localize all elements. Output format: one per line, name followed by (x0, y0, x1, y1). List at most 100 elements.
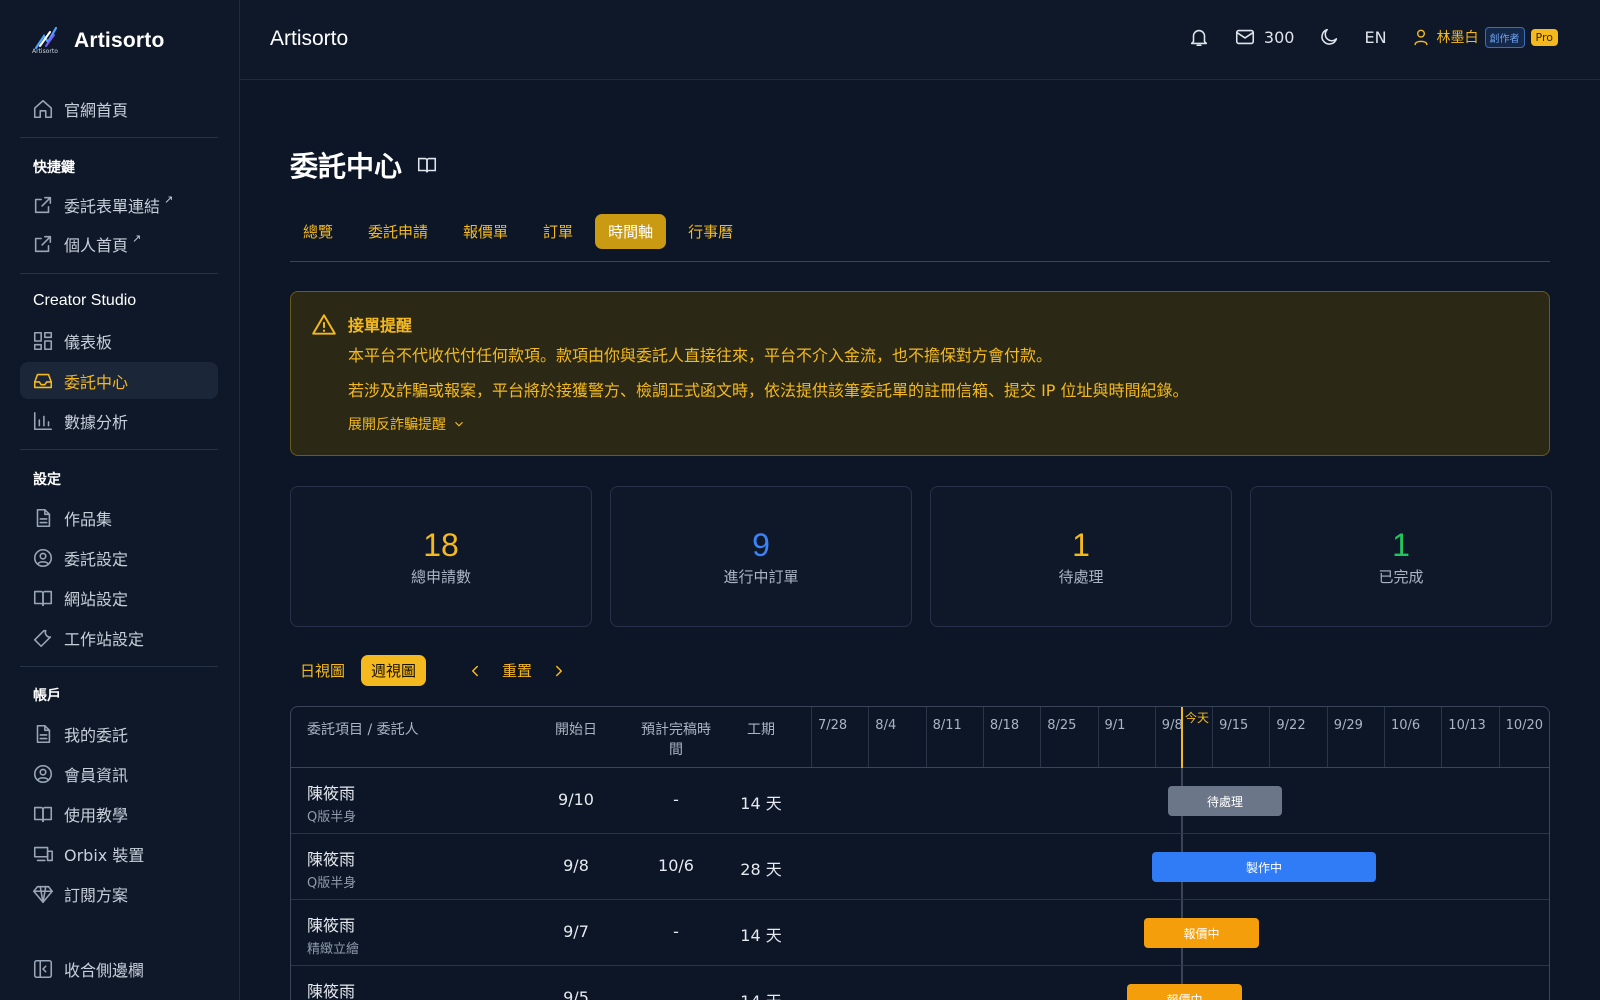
user-circle-icon (33, 764, 53, 783)
sidebar-item-dashboard[interactable]: 儀表板 (20, 322, 218, 359)
client-name: 陳筱雨 (307, 982, 356, 1000)
user-menu[interactable]: 林墨白 創作者 Pro (1411, 26, 1558, 48)
user-circle-icon (33, 548, 53, 567)
week-column-label: 8/4 (868, 707, 925, 767)
sidebar-item-site-settings[interactable]: 網站設定 (20, 579, 218, 616)
sidebar-item-label: 作品集 (64, 509, 113, 529)
logo[interactable]: Artisorto Artisorto (32, 26, 164, 56)
week-column-label: 9/22 (1269, 707, 1326, 767)
sidebar-item-member-info[interactable]: 會員資訊 (20, 755, 218, 792)
tab-quotes[interactable]: 報價單 (450, 214, 521, 249)
moon-icon[interactable] (1318, 26, 1340, 48)
stat-value: 1 (1072, 527, 1090, 563)
wrench-icon (33, 629, 52, 647)
external-mark: ↗ (132, 232, 142, 245)
sidebar: Artisorto Artisorto 官網首頁 快捷鍵 委託表單連結 ↗ 個人… (0, 0, 240, 1000)
logo-text: Artisorto (74, 29, 165, 52)
client-name: 陳筱雨 (307, 784, 356, 803)
sidebar-item-orbix-device[interactable]: Orbix 裝置 (20, 835, 218, 872)
start-date: 9/10 (558, 790, 594, 809)
stat-card-completed: 1 已完成 (1250, 486, 1552, 627)
dashboard-icon (33, 331, 53, 350)
start-date: 9/7 (563, 922, 589, 941)
sidebar-item-commission-settings[interactable]: 委託設定 (20, 539, 218, 576)
user-name: 林墨白 (1436, 30, 1479, 46)
sidebar-section-account: 帳戶 (33, 688, 61, 704)
expand-antifraud-button[interactable]: 展開反詐騙提醒 (348, 414, 466, 434)
week-column-label: 8/11 (925, 707, 983, 767)
chevron-down-icon (455, 421, 463, 427)
week-column-label: 10/6 (1384, 707, 1441, 767)
timeline-row[interactable]: 陳筱雨 精緻立繪 9/7 - 14 天 報價中 (291, 900, 1549, 966)
sidebar-item-label: 委託中心 (64, 372, 129, 392)
bell-icon[interactable] (1188, 26, 1210, 48)
tab-calendar[interactable]: 行事曆 (675, 214, 746, 249)
external-link-icon (34, 235, 52, 252)
alert-line-2: 若涉及詐騙或報案，平台將於接獲警方、檢調正式函文時，依法提供該筆委託單的註冊信箱… (348, 381, 1189, 400)
chevron-right-icon[interactable] (550, 662, 568, 680)
top-bar: Artisorto 300 EN 林墨白 創作者 Pro (240, 0, 1600, 80)
external-link-icon (34, 196, 52, 213)
week-column-label: 9/15 (1212, 707, 1269, 767)
creator-badge: 創作者 (1484, 26, 1525, 48)
sidebar-item-portfolio[interactable]: 作品集 (20, 499, 218, 536)
duration: 14 天 (740, 794, 782, 813)
language-switch[interactable]: EN (1364, 28, 1386, 47)
warning-icon (311, 312, 337, 342)
timeline-row[interactable]: 陳筱雨 Q版半身 9/8 10/6 28 天 製作中 (291, 834, 1549, 900)
timeline-row[interactable]: 陳筱雨 9/5 14 天 報價中 (291, 966, 1549, 1000)
sidebar-item-analytics[interactable]: 數據分析 (20, 402, 218, 439)
sidebar-item-home[interactable]: 官網首頁 (20, 90, 218, 127)
stat-value: 18 (423, 527, 459, 563)
collapse-sidebar-icon (33, 959, 53, 978)
timeline-row[interactable]: 陳筱雨 Q版半身 9/10 - 14 天 待處理 (291, 768, 1549, 834)
status-bar[interactable]: 報價中 (1127, 984, 1242, 1000)
week-view-button[interactable]: 週視圖 (361, 655, 427, 686)
status-bar[interactable]: 製作中 (1152, 852, 1376, 882)
view-controls: 日視圖 週視圖 重置 (290, 655, 568, 686)
tab-applications[interactable]: 委託申請 (355, 214, 441, 249)
sidebar-item-label: 會員資訊 (64, 765, 129, 785)
sidebar-item-tutorial[interactable]: 使用教學 (20, 795, 218, 832)
document-icon (36, 508, 51, 527)
day-view-button[interactable]: 日視圖 (290, 655, 355, 686)
reset-button[interactable]: 重置 (502, 660, 532, 681)
sidebar-item-label: Orbix 裝置 (64, 845, 145, 865)
sidebar-divider (20, 273, 218, 274)
sidebar-item-subscription[interactable]: 訂閱方案 (20, 875, 218, 912)
commission-item: Q版半身 (307, 876, 357, 891)
sidebar-item-label: 我的委託 (64, 725, 129, 745)
start-date: 9/5 (563, 988, 589, 1000)
week-column-label: 10/13 (1441, 707, 1498, 767)
sidebar-item-label: 訂閱方案 (64, 885, 129, 905)
pro-badge: Pro (1530, 28, 1558, 46)
col-header-duration: 工期 (747, 722, 775, 738)
messages-button[interactable]: 300 (1234, 26, 1295, 48)
sidebar-item-my-commissions[interactable]: 我的委託 (20, 715, 218, 752)
status-bar[interactable]: 待處理 (1168, 786, 1282, 816)
tab-overview[interactable]: 總覽 (290, 214, 346, 249)
client-name: 陳筱雨 (307, 850, 356, 869)
stat-card-pending: 1 待處理 (930, 486, 1232, 627)
due-date: - (673, 922, 679, 941)
status-bar[interactable]: 報價中 (1144, 918, 1259, 948)
duration: 14 天 (736, 988, 786, 1000)
alert-title: 接單提醒 (348, 316, 413, 335)
chevron-left-icon[interactable] (466, 662, 484, 680)
sidebar-item-workstation-settings[interactable]: 工作站設定 (20, 619, 218, 656)
home-icon (33, 99, 53, 118)
sidebar-item-commission-form-link[interactable]: 委託表單連結 ↗ (20, 186, 218, 223)
collapse-sidebar-button[interactable]: 收合側邊欄 (20, 950, 218, 987)
due-date: 10/6 (658, 856, 694, 875)
sidebar-item-commission-center[interactable]: 委託中心 (20, 362, 218, 399)
today-marker (1181, 707, 1183, 768)
book-open-icon (33, 806, 53, 822)
document-icon (36, 724, 51, 743)
mail-count: 300 (1263, 27, 1295, 47)
sidebar-item-personal-page[interactable]: 個人首頁 ↗ (20, 225, 218, 262)
tab-orders[interactable]: 訂單 (530, 214, 586, 249)
stat-card-total: 18 總申請數 (290, 486, 592, 627)
tab-timeline[interactable]: 時間軸 (595, 214, 667, 249)
book-open-icon[interactable] (416, 154, 438, 176)
stat-value: 1 (1392, 527, 1410, 563)
